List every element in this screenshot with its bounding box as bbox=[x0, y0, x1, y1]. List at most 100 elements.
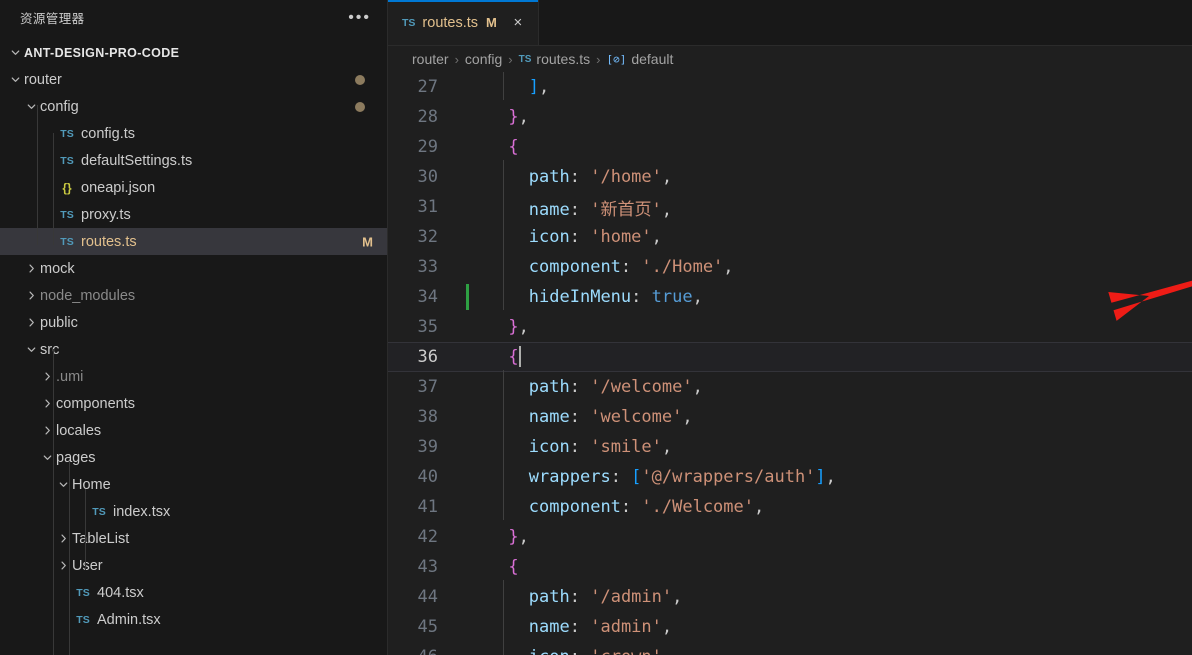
tree-item-routes-ts[interactable]: TS routes.ts M bbox=[0, 228, 387, 255]
code-indent-guide bbox=[503, 490, 505, 520]
line-number: 33 bbox=[417, 257, 438, 277]
close-icon[interactable]: × bbox=[509, 14, 527, 32]
code-token: , bbox=[661, 617, 673, 637]
code-line[interactable]: 30 path: '/home', bbox=[388, 160, 1192, 192]
code-line[interactable]: 31 name: '新首页', bbox=[388, 190, 1192, 222]
tree-item-src[interactable]: src bbox=[0, 336, 387, 363]
typescript-file-icon: TS bbox=[60, 127, 74, 140]
tree-item-umi[interactable]: .umi bbox=[0, 363, 387, 390]
tree-item-label: proxy.ts bbox=[81, 206, 131, 223]
code-token: } bbox=[508, 317, 519, 337]
tree-indent-guide bbox=[53, 133, 54, 245]
line-number: 40 bbox=[417, 467, 438, 487]
breadcrumb-item-default[interactable]: [⊘] default bbox=[606, 51, 673, 67]
tree-item-404-tsx[interactable]: TS 404.tsx bbox=[0, 579, 387, 606]
breadcrumb[interactable]: router › config › TS routes.ts › [⊘] default bbox=[388, 46, 1192, 72]
code-line-text: name: 'admin', bbox=[460, 617, 672, 637]
tree-item-proxy-ts[interactable]: TS proxy.ts bbox=[0, 201, 387, 228]
code-line-text: { bbox=[460, 347, 518, 367]
ellipsis-icon[interactable]: ••• bbox=[344, 9, 375, 26]
tree-item-locales[interactable]: locales bbox=[0, 417, 387, 444]
code-line[interactable]: 38 name: 'welcome', bbox=[388, 400, 1192, 432]
tree-item-label: src bbox=[40, 341, 60, 358]
code-token: ] bbox=[815, 467, 826, 487]
code-editor[interactable]: 27], 28}, 29{30 path: '/home', 31 name: '新首页'… bbox=[388, 72, 1192, 655]
tree-item-pages[interactable]: pages bbox=[0, 444, 387, 471]
typescript-file-icon: TS bbox=[402, 16, 416, 29]
code-line[interactable]: 46icon: 'crown' bbox=[388, 640, 1192, 655]
code-line[interactable]: 27], bbox=[388, 72, 1192, 102]
tree-item-label: Admin.tsx bbox=[97, 611, 161, 628]
code-line[interactable]: 35}, bbox=[388, 312, 1192, 342]
tree-item-label: router bbox=[24, 71, 62, 88]
code-token: : bbox=[620, 497, 642, 517]
code-token: name bbox=[528, 407, 570, 427]
code-line[interactable]: 28}, bbox=[388, 102, 1192, 132]
tree-item-index-tsx[interactable]: TS index.tsx bbox=[0, 498, 387, 525]
code-token: icon bbox=[528, 437, 570, 457]
code-line[interactable]: 42}, bbox=[388, 522, 1192, 552]
tree-item-admin-tsx[interactable]: TS Admin.tsx bbox=[0, 606, 387, 633]
tree-root-ant-design-pro-code[interactable]: ANT-DESIGN-PRO-CODE bbox=[0, 39, 387, 66]
tree-item-mock[interactable]: mock bbox=[0, 255, 387, 282]
tree-item-home[interactable]: Home bbox=[0, 471, 387, 498]
code-indent-guide bbox=[503, 460, 505, 490]
code-token: : bbox=[610, 467, 632, 487]
code-line[interactable]: 34 hideInMenu: true, bbox=[388, 280, 1192, 312]
breadcrumb-item-routes-ts[interactable]: TS routes.ts bbox=[519, 51, 590, 67]
code-line-text: name: '新首页', bbox=[460, 195, 672, 220]
tree-item-label: index.tsx bbox=[113, 503, 171, 520]
code-token: , bbox=[661, 437, 673, 457]
tree-item-tablelist[interactable]: TableList bbox=[0, 525, 387, 552]
line-number: 39 bbox=[417, 437, 438, 457]
tree-item-config-ts[interactable]: TS config.ts bbox=[0, 120, 387, 147]
code-line-text: icon: 'smile', bbox=[460, 437, 672, 457]
code-line-text: path: '/home', bbox=[460, 167, 672, 187]
code-line[interactable]: 33 component: './Home', bbox=[388, 250, 1192, 282]
text-cursor bbox=[518, 346, 521, 367]
explorer-actions: ••• bbox=[344, 9, 375, 26]
line-number: 34 bbox=[417, 287, 438, 307]
typescript-file-icon: TS bbox=[60, 235, 74, 248]
code-token: : bbox=[569, 227, 591, 247]
tree-item-defaultsettings-ts[interactable]: TS defaultSettings.ts bbox=[0, 147, 387, 174]
tree-item-public[interactable]: public bbox=[0, 309, 387, 336]
code-token: , bbox=[651, 227, 662, 247]
code-line-text: component: './Welcome', bbox=[460, 497, 764, 517]
code-line[interactable]: 29 { bbox=[388, 132, 1192, 162]
chevron-down-icon bbox=[6, 46, 24, 59]
code-token: wrappers bbox=[528, 467, 611, 487]
tree-item-router[interactable]: router bbox=[0, 66, 387, 93]
breadcrumb-item-router[interactable]: router bbox=[412, 51, 449, 67]
code-indent-guide bbox=[503, 160, 505, 190]
code-line[interactable]: 45 name: 'admin', bbox=[388, 610, 1192, 642]
typescript-file-icon: TS bbox=[76, 613, 90, 626]
code-token: path bbox=[528, 167, 570, 187]
tree-item-components[interactable]: components bbox=[0, 390, 387, 417]
code-token: : bbox=[569, 167, 591, 187]
line-number: 38 bbox=[417, 407, 438, 427]
code-line[interactable]: 43 { bbox=[388, 552, 1192, 582]
code-line-text: }, bbox=[460, 527, 529, 547]
code-token: name bbox=[528, 199, 570, 220]
code-line[interactable]: 44 path: '/admin', bbox=[388, 580, 1192, 612]
tree-item-user[interactable]: User bbox=[0, 552, 387, 579]
typescript-file-icon: TS bbox=[76, 586, 90, 599]
code-line[interactable]: 32 icon: 'home', bbox=[388, 220, 1192, 252]
editor-tab-routes-ts[interactable]: TS routes.ts M × bbox=[388, 0, 539, 45]
file-tree[interactable]: ANT-DESIGN-PRO-CODE router config TS config.… bbox=[0, 35, 387, 655]
code-token: , bbox=[518, 107, 529, 127]
line-number: 44 bbox=[417, 587, 438, 607]
breadcrumb-item-config[interactable]: config bbox=[465, 51, 502, 67]
code-line[interactable]: 36 { bbox=[388, 342, 1192, 372]
code-line-text: name: 'welcome', bbox=[460, 407, 693, 427]
tree-item-node-modules[interactable]: node_modules bbox=[0, 282, 387, 309]
tree-item-config[interactable]: config bbox=[0, 93, 387, 120]
code-line[interactable]: 37 path: '/welcome', bbox=[388, 370, 1192, 402]
tree-item-oneapi-json[interactable]: {} oneapi.json bbox=[0, 174, 387, 201]
tree-item-label: oneapi.json bbox=[81, 179, 156, 196]
code-line[interactable]: 40 wrappers: ['@/wrappers/auth'], bbox=[388, 460, 1192, 492]
code-line[interactable]: 41 component: './Welcome', bbox=[388, 490, 1192, 522]
code-line[interactable]: 39 icon: 'smile', bbox=[388, 430, 1192, 462]
json-file-icon: {} bbox=[62, 180, 72, 195]
